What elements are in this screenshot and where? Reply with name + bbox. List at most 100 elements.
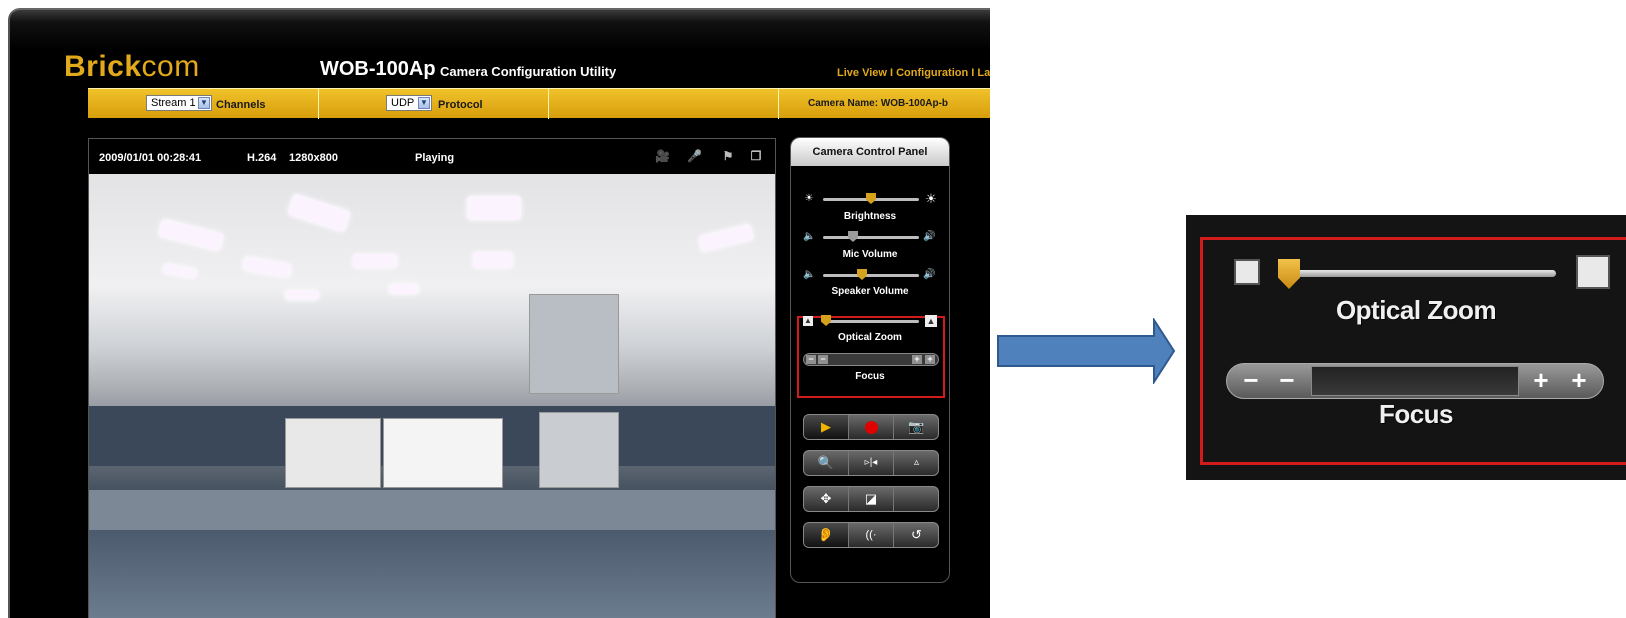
slider-thumb[interactable] (857, 269, 867, 280)
camera-control-panel: Camera Control Panel ☀ ☀ Brightness 🔈 🔊 … (790, 137, 950, 583)
slider-track[interactable] (823, 274, 919, 277)
video-codec: H.264 (247, 152, 277, 164)
video-status-bar: 2009/01/01 00:28:41 H.264 1280x800 Playi… (88, 138, 776, 174)
flip-icon[interactable]: ▵ (894, 451, 938, 475)
digital-zoom-icon[interactable]: 🔍 (804, 451, 849, 475)
camera-name: Camera Name: WOB-100Ap-b (808, 98, 949, 109)
focus-plus-button[interactable]: + (912, 355, 922, 364)
focus-label: Focus (855, 371, 885, 382)
mirror-icon[interactable]: ▹|◂ (849, 451, 894, 475)
inset-focus-label: Focus (1378, 399, 1454, 429)
channels-label: Channels (216, 99, 266, 111)
toolbar-divider (778, 89, 779, 119)
play-icon[interactable]: ▶ (804, 415, 849, 439)
header: Brickcom WOB-100Ap Camera Configuration … (10, 10, 990, 90)
inset-focus-field (1311, 366, 1519, 396)
video-datetime: 2009/01/01 00:28:41 (99, 152, 202, 164)
inset-focus-plus-button[interactable]: + (1527, 367, 1555, 394)
speaker-high-icon: 🔊 (923, 231, 936, 242)
protocol-select-value: UDP (391, 97, 415, 109)
inset-focus-control[interactable]: − − + + (1226, 363, 1604, 399)
chevron-down-icon[interactable]: ▼ (198, 97, 210, 109)
mic-volume-slider[interactable]: 🔈 🔊 (803, 230, 939, 244)
speaker-low-icon: 🔈 (803, 231, 816, 242)
listen-icon[interactable]: 👂 (804, 523, 849, 547)
inset-optical-zoom-label: Optical Zoom (1335, 295, 1497, 325)
toolbar-divider (318, 89, 319, 119)
speaker-low-icon: 🔈 (803, 269, 816, 280)
ceiling-light (285, 290, 319, 300)
stream-select-value: Stream 1 (151, 97, 196, 109)
logo-text-light: com (141, 50, 200, 83)
inset-focus-far-plus-button[interactable]: + (1565, 367, 1593, 394)
cork-board (383, 418, 503, 488)
talk-icon[interactable]: ((· (849, 523, 894, 547)
optical-zoom-slider[interactable]: ▲ ▲ (803, 314, 939, 328)
speaker-volume-label: Speaker Volume (831, 286, 909, 297)
speaker-high-icon: 🔊 (923, 269, 936, 280)
slider-thumb[interactable] (821, 315, 831, 326)
logo-text-bold: Brick (64, 50, 142, 83)
flag-icon[interactable]: ⚑ (721, 149, 735, 163)
focus-far-minus-button[interactable]: − (806, 355, 816, 364)
ceiling-light (473, 252, 513, 268)
corridor-icon[interactable]: ◪ (849, 487, 894, 511)
move-icon[interactable]: ✥ (804, 487, 849, 511)
toolbar-divider (548, 89, 549, 119)
person-large-icon (1576, 255, 1610, 289)
ceiling-light (287, 193, 351, 233)
pinboard (539, 412, 619, 488)
slider-track[interactable] (823, 320, 919, 323)
slider-thumb[interactable] (866, 193, 876, 204)
stream-toolbar: Stream 1 ▼ Channels UDP ▼ Protocol Camera … (88, 88, 990, 119)
speaker-volume-slider[interactable]: 🔈 🔊 (803, 268, 939, 282)
cubicle-panel (89, 530, 775, 618)
inset-focus-minus-button[interactable]: − (1273, 367, 1301, 394)
playback-button-group: ▶ 📷 (803, 414, 939, 440)
callout-arrow (997, 318, 1176, 384)
layout-button-group: ✥ ◪ (803, 486, 939, 512)
person-small-icon: ▲ (803, 316, 813, 326)
blank-button[interactable] (894, 487, 938, 511)
slider-thumb[interactable] (848, 231, 858, 242)
office-partition (529, 294, 619, 394)
live-video-feed[interactable] (88, 174, 776, 618)
person-small-icon (1234, 259, 1260, 285)
microphone-icon[interactable]: 🎤 (687, 149, 702, 163)
chevron-down-icon[interactable]: ▼ (418, 97, 430, 109)
top-navigation[interactable]: Live View I Configuration I La (837, 67, 990, 79)
protocol-select[interactable]: UDP ▼ (386, 95, 432, 111)
audio-button-group: 👂 ((· ↺ (803, 522, 939, 548)
focus-far-plus-button[interactable]: + (925, 355, 935, 364)
rotate-icon[interactable]: ↺ (894, 523, 938, 547)
ceiling-light (697, 223, 755, 253)
focus-minus-button[interactable]: − (818, 355, 828, 364)
ceiling-light (162, 263, 198, 279)
record-icon[interactable] (849, 415, 894, 439)
optical-zoom-label: Optical Zoom (838, 332, 902, 343)
inset-focus-far-minus-button[interactable]: − (1237, 367, 1265, 394)
protocol-label: Protocol (438, 99, 483, 111)
video-status: Playing (415, 152, 455, 164)
focus-control[interactable]: − − + + (803, 353, 939, 366)
zoomed-inset: Optical Zoom − − + + Focus (1186, 215, 1626, 480)
stream-select[interactable]: Stream 1 ▼ (146, 95, 212, 111)
snapshot-icon[interactable]: 📷 (894, 415, 938, 439)
zoom-slider-track[interactable] (1286, 270, 1556, 277)
view-button-group: 🔍 ▹|◂ ▵ (803, 450, 939, 476)
cork-board (285, 418, 381, 488)
brightness-slider[interactable]: ☀ ☀ (803, 192, 939, 206)
cubicle-desk (89, 490, 775, 530)
ceiling-light (389, 284, 419, 294)
camera-icon[interactable]: 🎥 (655, 149, 670, 163)
brickcom-logo: Brickcom (64, 50, 200, 84)
video-resolution: 1280x800 (289, 152, 338, 164)
ceiling-light (467, 196, 521, 220)
ceiling-light (353, 254, 397, 268)
slider-track[interactable] (823, 236, 919, 239)
window-icon[interactable]: ❐ (749, 149, 763, 163)
camera-utility-window: Brickcom WOB-100Ap Camera Configuration … (8, 8, 990, 618)
utility-title: Camera Configuration Utility (440, 64, 617, 79)
sun-large-icon: ☀ (925, 191, 937, 206)
mic-volume-label: Mic Volume (842, 249, 898, 260)
